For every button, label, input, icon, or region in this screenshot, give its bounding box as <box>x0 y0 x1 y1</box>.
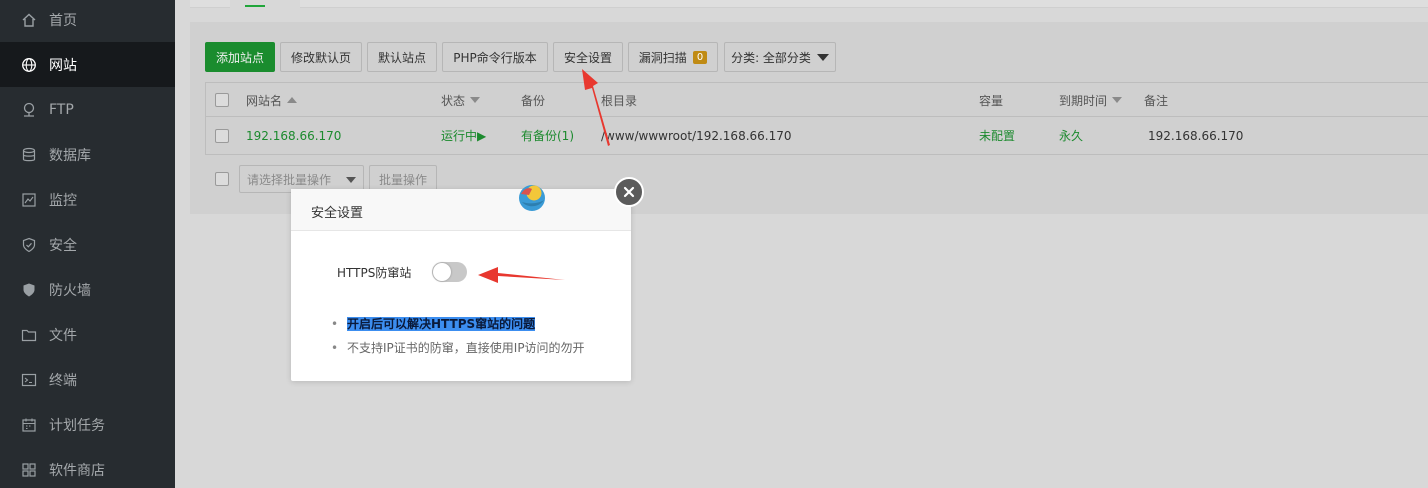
header-root-dir-label: 根目录 <box>601 93 638 108</box>
calendar-icon <box>21 417 37 433</box>
folder-icon <box>21 327 37 343</box>
chevron-down-icon <box>816 53 829 61</box>
sidebar-item-label: 数据库 <box>49 147 91 164</box>
vuln-count-badge: 0 <box>692 50 708 64</box>
shield-icon <box>21 237 37 253</box>
sidebar-item-monitor[interactable]: 监控 <box>0 177 175 222</box>
sidebar-item-label: 终端 <box>49 372 77 389</box>
security-settings-button[interactable]: 安全设置 <box>553 42 623 72</box>
category-select[interactable]: 分类: 全部分类 <box>724 42 836 72</box>
monitor-icon <box>21 192 37 208</box>
tip-text: 开启后可以解决HTTPS窜站的问题 <box>347 317 536 331</box>
top-tab[interactable] <box>230 0 300 8</box>
row-root-dir[interactable]: /www/wwwroot/192.168.66.170 <box>601 117 792 154</box>
header-site-name-label: 网站名 <box>246 93 283 108</box>
add-site-button[interactable]: 添加站点 <box>205 42 275 72</box>
terminal-icon <box>21 372 37 388</box>
sidebar-item-label: 安全 <box>49 237 77 254</box>
header-note: 备注 <box>1144 83 1168 117</box>
row-backup[interactable]: 有备份(1) <box>521 117 574 154</box>
chevron-down-icon <box>346 177 356 183</box>
security-settings-dialog: 安全设置 HTTPS防窜站 开启后可以解决HTTPS窜站的问题 不支持IP证书的… <box>291 189 631 381</box>
batch-select-placeholder: 请选择批量操作 <box>247 172 332 187</box>
row-note[interactable]: 192.168.66.170 <box>1148 117 1243 154</box>
tip-item: 开启后可以解决HTTPS窜站的问题 <box>331 315 621 339</box>
header-capacity-label: 容量 <box>979 93 1004 108</box>
dialog-tips: 开启后可以解决HTTPS窜站的问题 不支持IP证书的防窜，直接使用IP访问的勿开 <box>331 315 621 363</box>
globe-icon <box>21 57 37 73</box>
tip-item: 不支持IP证书的防窜，直接使用IP访问的勿开 <box>331 339 621 363</box>
row-site-name[interactable]: 192.168.66.170 <box>246 117 341 154</box>
sidebar-item-label: 网站 <box>49 57 77 74</box>
sidebar-item-terminal[interactable]: 终端 <box>0 357 175 402</box>
site-table: 网站名 状态 备份 根目录 容量 到期时间 备注 192.168.66.170 … <box>205 82 1428 155</box>
active-tab-indicator <box>245 5 265 7</box>
sidebar-item-database[interactable]: 数据库 <box>0 132 175 177</box>
tip-text: 不支持IP证书的防窜，直接使用IP访问的勿开 <box>347 341 585 355</box>
dialog-header: 安全设置 <box>291 189 631 231</box>
sort-asc-icon <box>287 97 298 103</box>
header-status-label: 状态 <box>441 93 466 108</box>
php-cli-version-button[interactable]: PHP命令行版本 <box>442 42 548 72</box>
sidebar-item-label: 软件商店 <box>49 462 105 479</box>
row-status[interactable]: 运行中▶ <box>441 117 486 154</box>
header-capacity: 容量 <box>979 83 1003 117</box>
sidebar-item-label: 监控 <box>49 192 77 209</box>
sidebar-item-ftp[interactable]: FTP <box>0 87 175 132</box>
header-note-label: 备注 <box>1144 93 1169 108</box>
ftp-icon <box>21 102 37 118</box>
header-root-dir: 根目录 <box>601 83 637 117</box>
select-all-checkbox[interactable] <box>215 93 229 107</box>
header-backup-label: 备份 <box>521 93 546 108</box>
header-status[interactable]: 状态 <box>441 83 481 117</box>
database-icon <box>21 147 37 163</box>
vuln-scan-button[interactable]: 漏洞扫描 0 <box>628 42 718 72</box>
sidebar-item-files[interactable]: 文件 <box>0 312 175 357</box>
firewall-icon <box>21 282 37 298</box>
close-icon <box>623 186 635 198</box>
edit-default-page-label: 修改默认页 <box>290 50 351 65</box>
app-logo-icon <box>519 185 545 211</box>
sidebar-item-security[interactable]: 安全 <box>0 222 175 267</box>
sidebar-item-label: FTP <box>49 101 74 118</box>
row-expire[interactable]: 永久 <box>1059 117 1083 154</box>
sidebar-item-label: 文件 <box>49 327 77 344</box>
sidebar-item-home[interactable]: 首页 <box>0 0 175 42</box>
add-site-label: 添加站点 <box>215 50 264 65</box>
toggle-knob <box>433 263 451 281</box>
sidebar: 首页 网站 FTP 数据库 监控 安全 防火墙 文件 终端 计划任务 软件商店 <box>0 0 175 488</box>
vuln-scan-label: 漏洞扫描 <box>638 50 687 65</box>
apps-icon <box>21 462 37 478</box>
edit-default-page-button[interactable]: 修改默认页 <box>280 42 362 72</box>
sidebar-item-website[interactable]: 网站 <box>0 42 175 87</box>
dialog-close-button[interactable] <box>614 177 644 207</box>
category-label: 分类: 全部分类 <box>731 50 811 65</box>
home-icon <box>21 12 37 28</box>
header-site-name[interactable]: 网站名 <box>246 83 298 117</box>
sidebar-item-label: 首页 <box>49 12 77 29</box>
header-expire-label: 到期时间 <box>1059 93 1108 108</box>
sidebar-item-label: 防火墙 <box>49 282 91 299</box>
row-capacity[interactable]: 未配置 <box>979 117 1015 154</box>
sort-desc-icon <box>470 97 481 103</box>
header-backup: 备份 <box>521 83 545 117</box>
default-site-button[interactable]: 默认站点 <box>367 42 437 72</box>
batch-select-all-checkbox[interactable] <box>215 172 229 186</box>
default-site-label: 默认站点 <box>377 50 426 65</box>
php-cli-version-label: PHP命令行版本 <box>453 50 537 65</box>
header-expire[interactable]: 到期时间 <box>1059 83 1123 117</box>
table-header: 网站名 状态 备份 根目录 容量 到期时间 备注 <box>206 83 1428 117</box>
sidebar-item-app-store[interactable]: 软件商店 <box>0 447 175 488</box>
https-anti-hijack-toggle[interactable] <box>432 262 467 282</box>
batch-operation-label: 批量操作 <box>378 172 427 187</box>
dialog-title: 安全设置 <box>311 206 364 221</box>
row-checkbox[interactable] <box>215 128 229 143</box>
security-settings-label: 安全设置 <box>563 50 612 65</box>
sidebar-item-label: 计划任务 <box>49 417 105 434</box>
https-anti-hijack-label: HTTPS防窜站 <box>337 266 412 280</box>
sidebar-item-cron[interactable]: 计划任务 <box>0 402 175 447</box>
sort-desc-icon <box>1112 97 1123 103</box>
top-tab-strip <box>190 0 1428 8</box>
sidebar-item-firewall[interactable]: 防火墙 <box>0 267 175 312</box>
